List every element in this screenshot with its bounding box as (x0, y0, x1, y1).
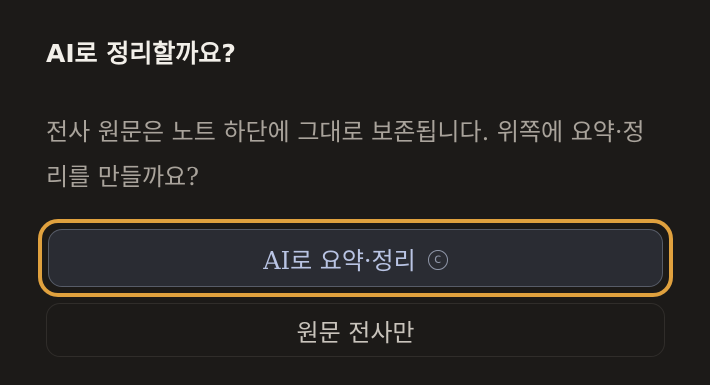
ai-summarize-button-label: AI로 요약·정리 (263, 246, 416, 275)
copyright-icon: c (427, 249, 448, 270)
transcript-only-button[interactable]: 원문 전사만 (46, 303, 665, 357)
summarize-dialog: AI로 정리할까요? 전사 원문은 노트 하단에 그대로 보존됩니다. 위쪽에 … (0, 0, 710, 385)
ai-summarize-button[interactable]: AI로 요약·정리 c (48, 229, 663, 287)
primary-button-focus-ring: AI로 요약·정리 c (38, 219, 673, 297)
transcript-only-button-label: 원문 전사만 (296, 318, 415, 347)
dialog-title: AI로 정리할까요? (46, 39, 236, 68)
dialog-message: 전사 원문은 노트 하단에 그대로 보존됩니다. 위쪽에 요약·정리를 만들까요… (46, 118, 645, 191)
